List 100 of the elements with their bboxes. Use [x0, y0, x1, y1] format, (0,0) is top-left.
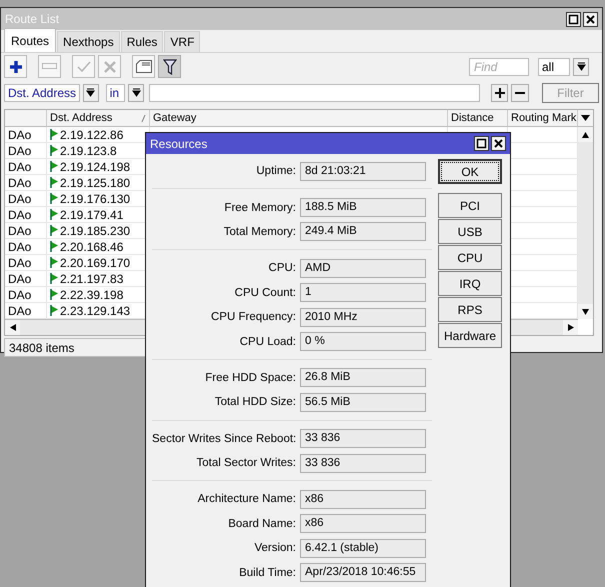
field-label: Free Memory:: [223, 202, 296, 214]
column-header[interactable]: Dst. Address: [50, 112, 112, 124]
close-button[interactable]: [583, 12, 598, 26]
scroll-right-button[interactable]: [563, 320, 578, 335]
value-field: x86: [300, 514, 426, 534]
table-cell: DAo: [5, 287, 47, 302]
tab[interactable]: Rules: [120, 31, 164, 52]
maximize-button[interactable]: [474, 136, 489, 151]
dialog-button[interactable]: USB: [438, 219, 502, 244]
field-label: CPU Frequency:: [210, 311, 296, 324]
field-label: CPU Count:: [234, 286, 296, 299]
sort-icon: [141, 114, 146, 122]
flag-icon: [50, 145, 58, 156]
flag-icon: [50, 193, 58, 204]
columns-menu-button[interactable]: [578, 110, 593, 127]
filter-field-select[interactable]: Dst. Address: [4, 84, 80, 102]
flag-icon: [50, 129, 58, 140]
table-cell: 2.19.179.41: [60, 208, 124, 222]
field-label: Uptime:: [255, 165, 296, 178]
value-field: 0 %: [300, 332, 426, 352]
table-cell: DAo: [5, 207, 47, 222]
table-cell: 2.19.185.230: [60, 224, 130, 238]
value-field: 188.5 MiB: [300, 198, 426, 218]
remove-condition-button[interactable]: [511, 84, 529, 102]
field-label: Build Time:: [238, 566, 296, 579]
flag-icon: [50, 241, 58, 252]
value-field: 2010 MHz: [300, 308, 426, 327]
operator-select[interactable]: in: [106, 84, 126, 102]
flag-icon: [50, 177, 58, 188]
table-cell: 2.19.124.198: [60, 160, 130, 174]
value-field: 1: [300, 283, 426, 302]
tab[interactable]: Nexthops: [57, 31, 120, 52]
dropdown-button[interactable]: [573, 58, 589, 76]
ok-button[interactable]: OK: [438, 159, 502, 184]
table-cell: 2.19.122.86: [60, 128, 124, 142]
right-arrow-icon: [568, 324, 574, 331]
scope-select[interactable]: all: [538, 58, 570, 76]
value-field: 6.42.1 (stable): [300, 538, 426, 558]
table-cell: 2.23.129.143: [60, 304, 130, 318]
add-condition-button[interactable]: [490, 84, 508, 102]
scroll-left-button[interactable]: [5, 320, 20, 335]
plus-icon: [494, 88, 505, 98]
dropdown-arrow-icon: [576, 62, 586, 71]
table-cell: 2.20.169.170: [60, 256, 130, 270]
maximize-icon: [476, 138, 487, 149]
dialog-button[interactable]: CPU: [438, 245, 502, 270]
dialog-button[interactable]: PCI: [438, 193, 502, 218]
dialog-button[interactable]: Hardware: [438, 323, 502, 348]
flag-icon: [50, 209, 58, 220]
note-icon: [136, 60, 152, 73]
filter-value-field[interactable]: [149, 84, 480, 102]
table-cell: 2.19.123.8: [60, 144, 117, 158]
tab[interactable]: Routes: [4, 28, 56, 52]
window-title: Resources: [150, 136, 208, 150]
value-field: Apr/23/2018 10:46:55: [300, 563, 426, 582]
dropdown-button[interactable]: [128, 84, 144, 102]
field-label: Total HDD Size:: [214, 396, 296, 408]
down-arrow-icon: [582, 308, 589, 314]
close-button[interactable]: [491, 136, 506, 151]
table-cell: 2.20.168.46: [60, 240, 124, 254]
minus-icon: [515, 92, 526, 94]
field-label: Sector Writes Since Reboot:: [152, 432, 296, 445]
flag-icon: [50, 257, 58, 268]
field-label: CPU Load:: [238, 336, 296, 348]
table-cell: DAo: [5, 223, 47, 238]
column-header[interactable]: Gateway: [150, 110, 448, 126]
up-arrow-icon: [582, 132, 589, 138]
field-label: Board Name:: [227, 518, 296, 530]
maximize-icon: [568, 14, 579, 24]
flag-icon: [50, 225, 58, 236]
scroll-down-button[interactable]: [578, 304, 593, 319]
filter-toggle-button[interactable]: [158, 55, 181, 78]
add-icon: [8, 60, 22, 74]
value-field: 33 836: [300, 429, 426, 448]
flag-icon: [50, 289, 58, 300]
dialog-button[interactable]: RPS: [438, 297, 502, 322]
table-cell: 2.19.176.130: [60, 192, 130, 206]
table-cell: 2.19.125.180: [60, 176, 130, 190]
table-cell: DAo: [5, 143, 47, 158]
close-icon: [585, 14, 596, 24]
add-button[interactable]: [4, 55, 27, 78]
dropdown-button[interactable]: [83, 84, 99, 102]
maximize-button[interactable]: [566, 12, 581, 26]
comment-button[interactable]: [132, 55, 155, 78]
field-label: Version:: [253, 542, 296, 554]
vertical-scrollbar[interactable]: [578, 127, 593, 319]
table-cell: 2.21.197.83: [60, 272, 124, 286]
dialog-button[interactable]: IRQ: [438, 271, 502, 296]
cross-icon: [104, 60, 116, 72]
tab[interactable]: VRF: [164, 31, 200, 52]
field-label: Total Memory:: [222, 226, 296, 238]
column-header[interactable]: Distance: [448, 110, 508, 126]
find-field[interactable]: Find: [469, 58, 529, 76]
scroll-up-button[interactable]: [578, 127, 593, 142]
table-cell: DAo: [5, 303, 47, 318]
table-cell: DAo: [5, 239, 47, 254]
caret-icon: [581, 115, 590, 121]
value-field: 33 836: [300, 454, 426, 473]
table-cell: DAo: [5, 255, 47, 270]
flag-icon: [50, 161, 58, 172]
